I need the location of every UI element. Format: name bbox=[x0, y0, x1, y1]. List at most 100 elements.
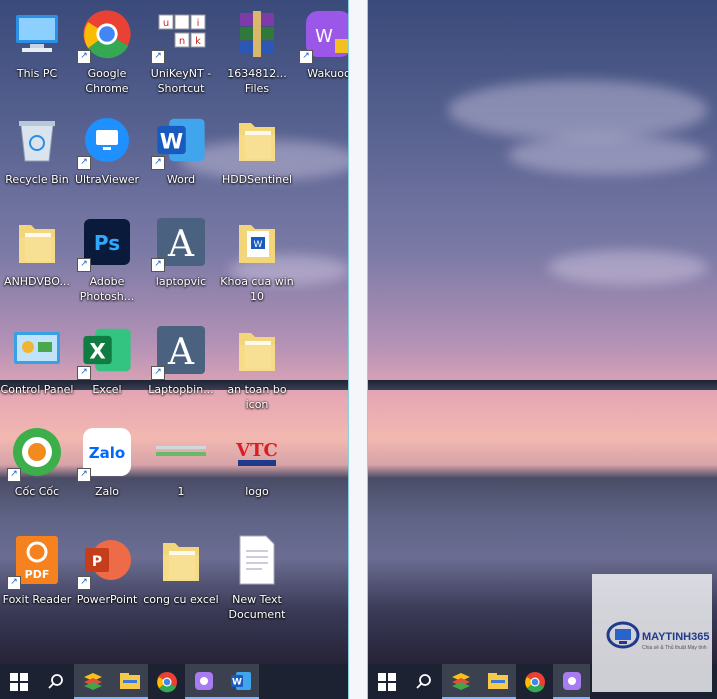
vtc-logo-icon: VTC bbox=[229, 424, 285, 480]
bluestacks-icon[interactable] bbox=[442, 664, 479, 699]
ultraviewer-icon: ↗ bbox=[77, 112, 135, 170]
recycle-bin-icon bbox=[9, 112, 65, 168]
desktop-icon-label: New Text Document bbox=[228, 593, 286, 621]
desktop-wallpaper bbox=[368, 0, 717, 664]
word-folder-icon: W bbox=[229, 214, 285, 270]
desktop-icon-label: Foxit Reader bbox=[2, 593, 72, 606]
svg-text:X: X bbox=[89, 339, 105, 364]
file-explorer-icon[interactable] bbox=[479, 664, 516, 699]
desktop-icon-label: This PC bbox=[16, 67, 58, 80]
chrome-icon[interactable] bbox=[148, 664, 185, 699]
desktop-icon-label: UltraViewer bbox=[74, 173, 140, 186]
svg-text:Zalo: Zalo bbox=[89, 444, 125, 462]
shortcut-arrow-icon: ↗ bbox=[77, 576, 91, 590]
shortcut-arrow-icon: ↗ bbox=[77, 366, 91, 380]
desktop-icon-label: Khoa cua win 10 bbox=[220, 275, 294, 303]
shortcut-arrow-icon: ↗ bbox=[151, 258, 165, 272]
svg-text:VTC: VTC bbox=[235, 440, 278, 461]
file-explorer-icon[interactable] bbox=[111, 664, 148, 699]
desktop-icon-zalo[interactable]: Zalo ↗ Zalo bbox=[68, 424, 146, 499]
desktop-icon-label: logo bbox=[245, 485, 269, 498]
desktop-icon-control-panel[interactable]: Control Panel bbox=[0, 322, 76, 397]
shortcut-arrow-icon: ↗ bbox=[299, 50, 313, 64]
font-a-icon: A ↗ bbox=[151, 322, 209, 380]
desktop-icon-google-chrome[interactable]: ↗ Google Chrome bbox=[68, 6, 146, 96]
desktop-icon-wakuoo[interactable]: W ↗ Wakuoo bbox=[290, 6, 348, 81]
svg-text:A: A bbox=[167, 332, 195, 373]
svg-text:P: P bbox=[92, 554, 102, 570]
search-icon[interactable] bbox=[37, 664, 74, 699]
desktop-icon-1634812-files[interactable]: 1634812... Files bbox=[218, 6, 296, 96]
folder-icon bbox=[9, 214, 65, 270]
this-pc-icon bbox=[9, 6, 65, 62]
desktop-icon-excel[interactable]: X ↗ Excel bbox=[68, 322, 146, 397]
desktop-icon-laptopbin[interactable]: A ↗ Laptopbin... bbox=[142, 322, 220, 397]
zalo-icon: Zalo ↗ bbox=[77, 424, 135, 482]
desktop-icon-new-text-document[interactable]: New Text Document bbox=[218, 532, 296, 622]
desktop-icon-label: Cốc Cốc bbox=[14, 485, 60, 498]
shortcut-arrow-icon: ↗ bbox=[77, 468, 91, 482]
windows-start-icon[interactable] bbox=[368, 664, 405, 699]
control-panel-icon bbox=[9, 322, 65, 378]
desktop-icon-c-c-c-c[interactable]: ↗ Cốc Cốc bbox=[0, 424, 76, 499]
desktop-icon-laptopvic[interactable]: A ↗ laptopvic bbox=[142, 214, 220, 289]
desktop-icon-label: Excel bbox=[92, 383, 122, 396]
desktop-icon-label: laptopvic bbox=[155, 275, 207, 288]
watermark-brand: MAYTINH365 bbox=[642, 631, 710, 643]
desktop-icon-logo[interactable]: VTC logo bbox=[218, 424, 296, 499]
photoshop-icon: Ps ↗ bbox=[77, 214, 135, 272]
shortcut-arrow-icon: ↗ bbox=[77, 258, 91, 272]
desktop-icon-khoa-cua-win-10[interactable]: W Khoa cua win 10 bbox=[218, 214, 296, 304]
windows-start-icon[interactable] bbox=[0, 664, 37, 699]
app-icon[interactable] bbox=[185, 664, 222, 699]
desktop-icon-an-toan-bo-icon[interactable]: an toan bo icon bbox=[218, 322, 296, 412]
desktop-icon-label: PowerPoint bbox=[76, 593, 138, 606]
svg-text:PDF: PDF bbox=[25, 568, 50, 581]
coccoc-icon: ↗ bbox=[7, 424, 65, 482]
svg-text:k: k bbox=[195, 36, 201, 47]
shortcut-arrow-icon: ↗ bbox=[77, 156, 91, 170]
desktop-icon-foxit-reader[interactable]: PDF ↗ Foxit Reader bbox=[0, 532, 76, 607]
shortcut-arrow-icon: ↗ bbox=[7, 576, 21, 590]
watermark-tagline: Chia sẻ & Thủ thuật Máy tính bbox=[642, 645, 707, 651]
desktop-icon-recycle-bin[interactable]: Recycle Bin bbox=[0, 112, 76, 187]
shortcut-arrow-icon: ↗ bbox=[77, 50, 91, 64]
desktop-icon-ultraviewer[interactable]: ↗ UltraViewer bbox=[68, 112, 146, 187]
desktop-icon-label: Recycle Bin bbox=[5, 173, 69, 186]
desktop-icon-label: UniKeyNT - Shortcut bbox=[150, 67, 212, 95]
chrome-icon: ↗ bbox=[77, 6, 135, 64]
unikey-icon: u i n k ↗ bbox=[151, 6, 209, 64]
split-divider[interactable] bbox=[348, 0, 368, 699]
folder-icon bbox=[229, 322, 285, 378]
foxit-pdf-icon: PDF ↗ bbox=[7, 532, 65, 590]
chrome-icon[interactable] bbox=[516, 664, 553, 699]
svg-text:Ps: Ps bbox=[94, 231, 120, 255]
desktop-icon-unikeynt-shortcut[interactable]: u i n k ↗ UniKeyNT - Shortcut bbox=[142, 6, 220, 96]
desktop-icon-powerpoint[interactable]: P ↗ PowerPoint bbox=[68, 532, 146, 607]
word-icon: W ↗ bbox=[151, 112, 209, 170]
word-icon[interactable]: W bbox=[222, 664, 259, 699]
desktop-icon-cong-cu-excel[interactable]: cong cu excel bbox=[142, 532, 220, 607]
desktop-icon-label: Control Panel bbox=[0, 383, 74, 396]
desktop-icon-this-pc[interactable]: This PC bbox=[0, 6, 76, 81]
left-desktop-screen: This PC ↗ Google Chrome u i n k ↗ UniKeyNT - Sho… bbox=[0, 0, 348, 699]
search-icon[interactable] bbox=[405, 664, 442, 699]
winrar-icon bbox=[229, 6, 285, 62]
app-icon[interactable] bbox=[553, 664, 590, 699]
desktop-icon-1[interactable]: 1 bbox=[142, 424, 220, 499]
bluestacks-icon[interactable] bbox=[74, 664, 111, 699]
powerpoint-icon: P ↗ bbox=[77, 532, 135, 590]
shortcut-arrow-icon: ↗ bbox=[151, 50, 165, 64]
desktop-icon-label: ANHDVBO... bbox=[4, 275, 70, 288]
taskbar-left: W bbox=[0, 664, 348, 699]
desktop-icon-adobe-photosh[interactable]: Ps ↗ Adobe Photosh... bbox=[68, 214, 146, 304]
shortcut-arrow-icon: ↗ bbox=[151, 366, 165, 380]
desktop-icon-label: Laptopbin... bbox=[148, 383, 214, 396]
desktop-icon-label: Adobe Photosh... bbox=[79, 275, 135, 303]
desktop-icon-label: Zalo bbox=[94, 485, 120, 498]
desktop-icon-hddsentinel[interactable]: HDDSentinel bbox=[218, 112, 296, 187]
shortcut-arrow-icon: ↗ bbox=[7, 468, 21, 482]
desktop-icon-anhdvbo[interactable]: ANHDVBO... bbox=[0, 214, 76, 289]
desktop-icon-word[interactable]: W ↗ Word bbox=[142, 112, 220, 187]
desktop-icon-label: Google Chrome bbox=[85, 67, 129, 95]
